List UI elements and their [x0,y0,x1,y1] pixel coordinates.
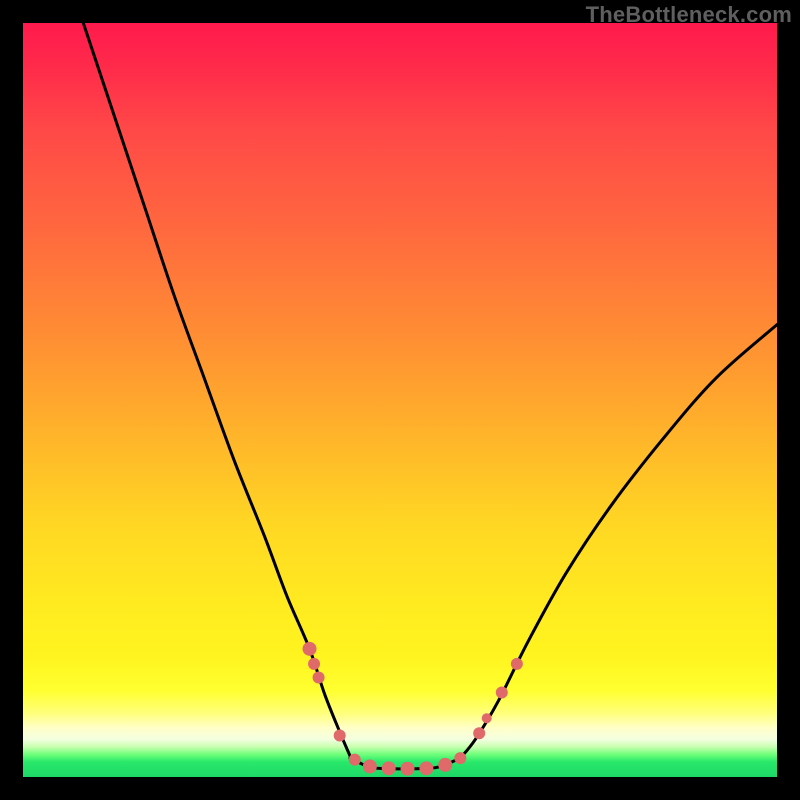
curve-marker [473,727,485,739]
curve-marker [496,687,508,699]
curve-marker [363,759,377,773]
curve-marker [349,754,361,766]
curve-marker [438,758,452,772]
chart-frame: TheBottleneck.com [0,0,800,800]
curve-marker [401,762,415,776]
curve-marker [419,761,433,775]
curve-marker [308,658,320,670]
curve-marker [482,713,492,723]
curve-marker [313,671,325,683]
curve-marker [511,658,523,670]
watermark-text: TheBottleneck.com [586,2,792,28]
curve-marker [454,752,466,764]
curve-marker [334,730,346,742]
curve-marker [382,761,396,775]
chart-svg [23,23,777,777]
plot-area [23,23,777,777]
bottleneck-curve [83,23,777,769]
curve-markers [303,642,523,776]
curve-marker [303,642,317,656]
